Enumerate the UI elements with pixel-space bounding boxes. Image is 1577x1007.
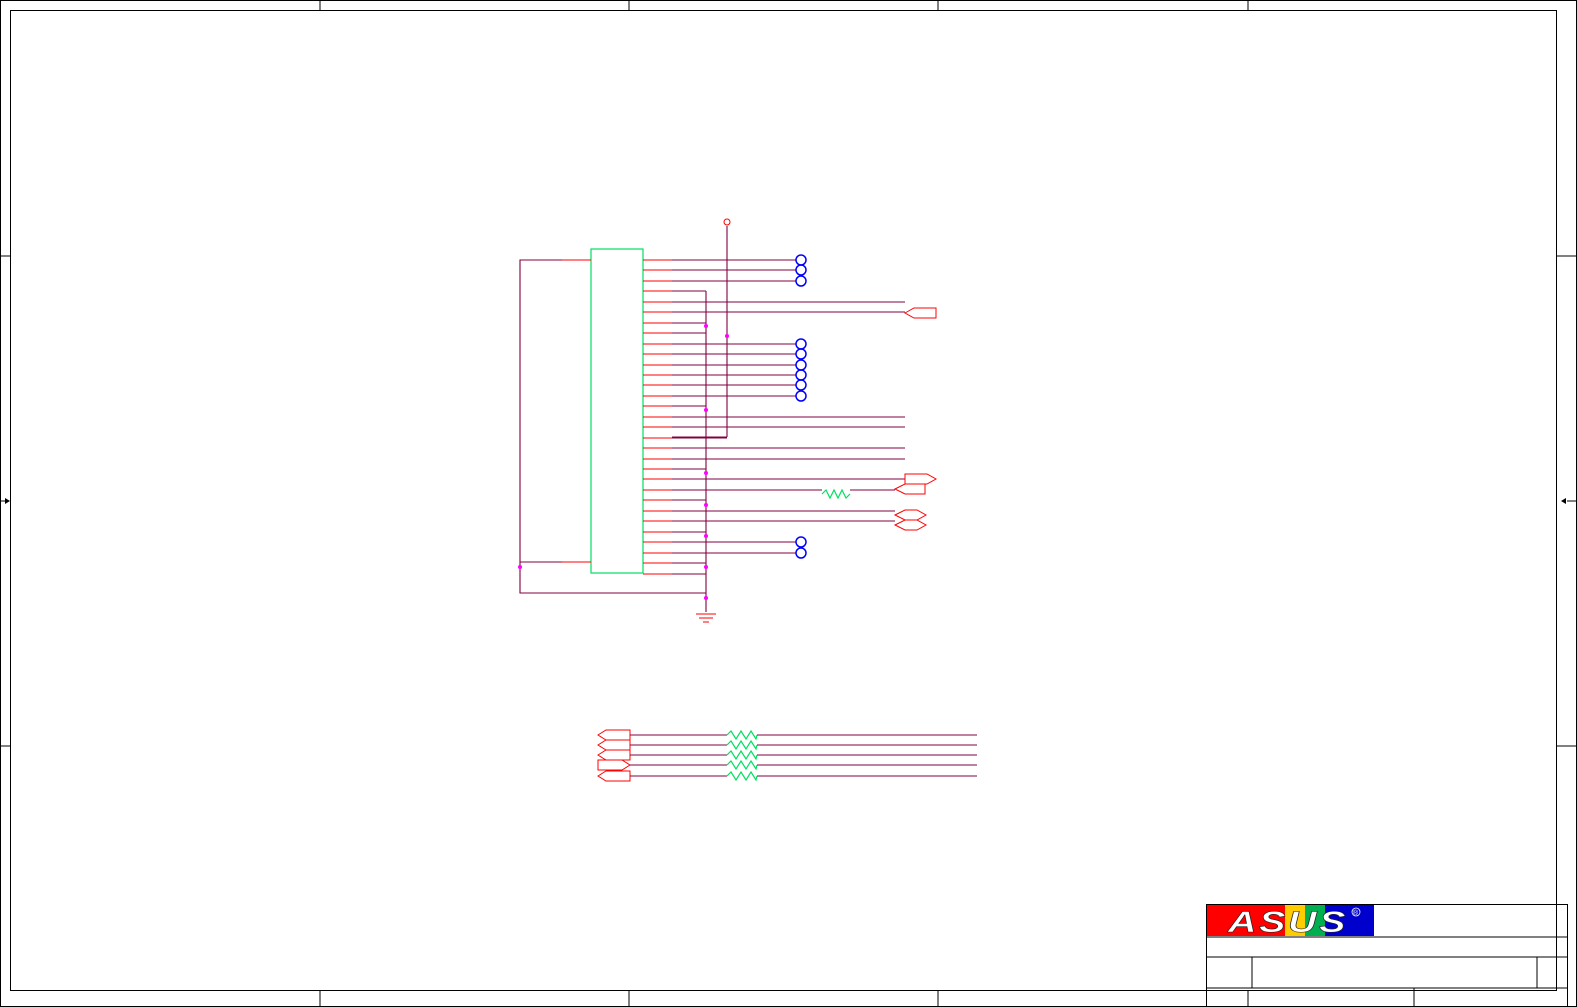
test-point-icon [795,547,807,559]
offpage-connector [597,749,631,761]
ground-symbol [696,613,716,623]
offpage-connector [597,759,631,771]
connector-right-pins [643,259,672,575]
sheet-frame [0,0,1577,1007]
junction-dot [704,408,708,412]
net-wires [672,259,905,575]
junction-dot [704,534,708,538]
junction-dot [704,503,708,507]
connector-body [590,248,644,574]
resistor-icon [726,739,758,751]
power-symbol [723,218,731,226]
registered-mark: ® [1353,909,1359,917]
schematic-sheet: ASUS ® [0,0,1577,1007]
offpage-connector [597,770,631,782]
test-point-icon [795,369,807,381]
wires [519,226,728,612]
test-point-icon [795,536,807,548]
junction-dot [704,324,708,328]
test-point-icon [795,254,807,266]
offpage-connector-bidir [893,509,928,521]
offpage-connector [597,739,631,751]
offpage-connector-out [904,473,938,485]
resistor-array-group [597,729,977,782]
resistor-icon [726,759,758,771]
asus-logo: ASUS ® [1207,905,1374,939]
junction-dot [704,565,708,569]
resistor-icon [726,749,758,761]
junction-dot [725,334,729,338]
junction-dot [704,596,708,600]
center-arrows [1,498,1576,504]
test-point-icon [795,379,807,391]
connector-left-pins [562,259,591,563]
test-point-icon [795,264,807,276]
test-points [795,254,807,559]
offpage-connector [597,729,631,741]
junction-dot [518,565,522,569]
offpage-connector-in [903,307,937,319]
resistor-icon [726,770,758,782]
test-point-icon [795,338,807,350]
test-point-icon [795,275,807,287]
junction-dot [704,471,708,475]
logo-text: ASUS [1227,906,1348,939]
offpage-connector-in [893,483,926,495]
offpage-connector-bidir [893,519,928,531]
offpage-connectors-right [893,307,938,531]
series-resistor [821,488,851,500]
test-point-icon [795,359,807,371]
test-point-icon [795,390,807,402]
test-point-icon [795,348,807,360]
resistor-icon [726,729,758,741]
